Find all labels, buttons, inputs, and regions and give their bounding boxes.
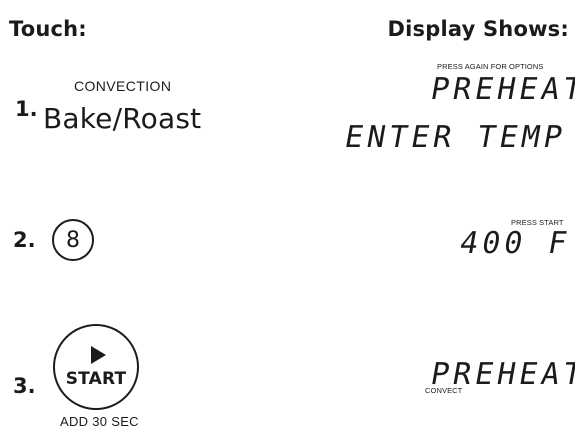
press-again-hint: PRESS AGAIN FOR OPTIONS (437, 62, 544, 71)
number-8-key-label: 8 (66, 227, 80, 253)
display-temperature: 400 F (457, 226, 574, 261)
step-1-number: 1. (15, 97, 38, 121)
touch-column-header: Touch: (9, 17, 87, 41)
display-enter-temp-line: ENTER TEMP (342, 120, 569, 155)
add-30-sec-label: ADD 30 SEC (60, 414, 139, 429)
step-3-number: 3. (13, 374, 36, 398)
display-column-header: Display Shows: (387, 17, 569, 41)
bake-roast-key[interactable]: Bake/Roast (43, 102, 201, 135)
start-button-label: START (65, 368, 127, 389)
step-2-number: 2. (13, 228, 36, 252)
number-8-key[interactable]: 8 (52, 219, 94, 261)
convect-indicator: CONVECT (425, 386, 463, 395)
play-icon (90, 345, 106, 364)
start-button[interactable]: START (53, 324, 139, 410)
display-preheat-line: PREHEAT (428, 72, 575, 107)
convection-label: CONVECTION (74, 78, 172, 94)
